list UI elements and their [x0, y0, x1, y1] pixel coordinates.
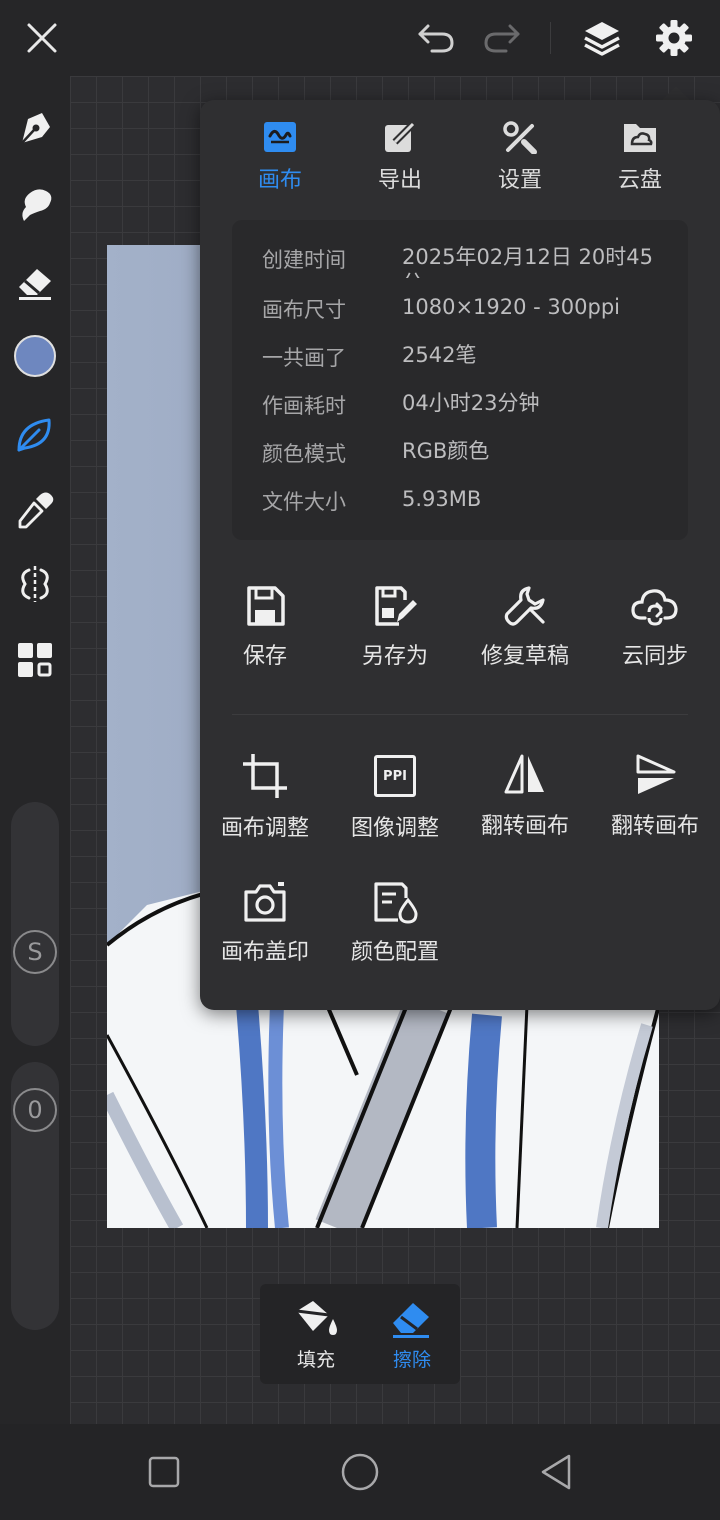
action-label: 云同步: [621, 644, 688, 669]
ppi-icon: PPI: [374, 755, 416, 797]
tab-label: 云盘: [617, 168, 662, 193]
canvas-info-card: 创建时间 2025年02月12日 20时45分 画布尺寸 1080×1920 -…: [232, 220, 688, 540]
canvas-stamp-button[interactable]: 画布盖印: [200, 880, 330, 990]
action-label: 画布调整: [220, 816, 309, 841]
flip-horizontal-icon: [504, 754, 544, 794]
flip-vertical-button[interactable]: 翻转画布: [590, 752, 720, 862]
camera-icon: [244, 882, 286, 922]
export-icon: [385, 121, 416, 152]
layers-icon[interactable]: [578, 14, 626, 62]
tab-label: 画布: [257, 168, 302, 193]
cloud-sync-icon: [631, 589, 678, 626]
flip-vertical-icon: [636, 754, 676, 794]
tab-canvas[interactable]: 画布: [230, 120, 330, 200]
info-value: 2542笔: [402, 343, 477, 367]
info-row-color-mode: 颜色模式 RGB颜色: [262, 438, 682, 478]
tab-settings[interactable]: 设置: [470, 120, 570, 200]
fill-button[interactable]: 填充: [268, 1284, 364, 1384]
image-adjust-button[interactable]: PPI 图像调整: [330, 752, 460, 862]
action-label: 另存为: [361, 644, 428, 669]
back-icon[interactable]: [528, 1444, 584, 1500]
action-label: 画布盖印: [220, 940, 309, 965]
flip-horizontal-button[interactable]: 翻转画布: [460, 752, 590, 862]
info-row-created: 创建时间 2025年02月12日 20时45分: [262, 244, 682, 284]
pen-icon[interactable]: [11, 104, 59, 152]
tab-cloud-drive[interactable]: 云盘: [590, 120, 690, 200]
repair-draft-button[interactable]: 修复草稿: [460, 584, 590, 694]
info-key: 作画耗时: [262, 394, 346, 418]
save-as-icon: [375, 586, 417, 626]
tab-label: 设置: [497, 168, 542, 193]
section-divider: [232, 714, 688, 715]
smudge-icon[interactable]: [11, 180, 59, 228]
info-value: 04小时23分钟: [402, 391, 540, 415]
info-row-strokes: 一共画了 2542笔: [262, 342, 682, 382]
info-value: 1080×1920 - 300ppi: [402, 295, 620, 319]
info-key: 创建时间: [262, 248, 346, 272]
top-toolbar: [0, 0, 720, 76]
cloud-drive-icon: [624, 124, 656, 152]
info-key: 一共画了: [262, 346, 346, 370]
color-profile-icon: [374, 882, 418, 924]
tab-label: 导出: [377, 168, 422, 193]
action-label: 翻转画布: [480, 814, 569, 839]
eraser-icon: [393, 1302, 429, 1338]
symmetry-icon[interactable]: [11, 560, 59, 608]
recent-apps-icon[interactable]: [136, 1444, 192, 1500]
action-label: 图像调整: [350, 816, 439, 841]
eyedropper-icon[interactable]: [11, 486, 59, 534]
brush-size-slider[interactable]: [11, 802, 59, 1046]
color-config-button[interactable]: 颜色配置: [330, 880, 460, 990]
eraser-icon[interactable]: [11, 258, 59, 306]
gear-icon[interactable]: [650, 14, 698, 62]
info-row-file-size: 文件大小 5.93MB: [262, 486, 682, 526]
info-key: 画布尺寸: [262, 298, 346, 322]
action-label: 保存: [242, 644, 287, 669]
brush-size-knob[interactable]: S: [13, 930, 57, 974]
action-label: 修复草稿: [480, 644, 569, 669]
tab-export[interactable]: 导出: [350, 120, 450, 200]
save-icon: [247, 586, 285, 626]
home-icon[interactable]: [332, 1444, 388, 1500]
fill-label: 填充: [296, 1348, 335, 1371]
close-icon[interactable]: [18, 14, 66, 62]
fill-erase-panel: 填充 擦除: [260, 1284, 460, 1384]
canvas-tab-icon: [264, 122, 296, 152]
info-value: 2025年02月12日 20时45分: [402, 245, 654, 278]
erase-label: 擦除: [392, 1348, 431, 1371]
save-button[interactable]: 保存: [200, 584, 330, 694]
info-row-size: 画布尺寸 1080×1920 - 300ppi: [262, 294, 682, 334]
crop-icon: [243, 754, 287, 798]
info-key: 颜色模式: [262, 442, 346, 466]
info-row-duration: 作画耗时 04小时23分钟: [262, 390, 682, 430]
action-label: 颜色配置: [350, 940, 439, 965]
popup-pointer: [662, 86, 690, 100]
info-key: 文件大小: [262, 490, 346, 514]
cloud-sync-button[interactable]: 云同步: [590, 584, 720, 694]
undo-icon[interactable]: [412, 14, 460, 62]
grid-menu-icon[interactable]: [11, 636, 59, 684]
action-label: 翻转画布: [610, 814, 699, 839]
left-toolbar: S 0: [0, 76, 70, 1424]
tools-icon: [503, 121, 537, 154]
wrench-icon: [504, 586, 545, 626]
paint-bucket-icon: [296, 1300, 337, 1335]
redo-icon[interactable]: [478, 14, 526, 62]
info-value: RGB颜色: [402, 439, 490, 463]
info-value: 5.93MB: [402, 487, 482, 511]
toolbar-divider: [550, 22, 551, 54]
canvas-adjust-button[interactable]: 画布调整: [200, 752, 330, 862]
system-nav-bar: [0, 1424, 720, 1520]
canvas-settings-popup: 画布 导出 设置 云盘 创建时间 2025年02月12日 20时45分 画布尺寸…: [200, 100, 720, 1010]
color-swatch[interactable]: [11, 332, 59, 380]
opacity-knob[interactable]: 0: [13, 1088, 57, 1132]
erase-button[interactable]: 擦除: [364, 1284, 460, 1384]
save-as-button[interactable]: 另存为: [330, 584, 460, 694]
leaf-brush-icon[interactable]: [11, 410, 59, 458]
